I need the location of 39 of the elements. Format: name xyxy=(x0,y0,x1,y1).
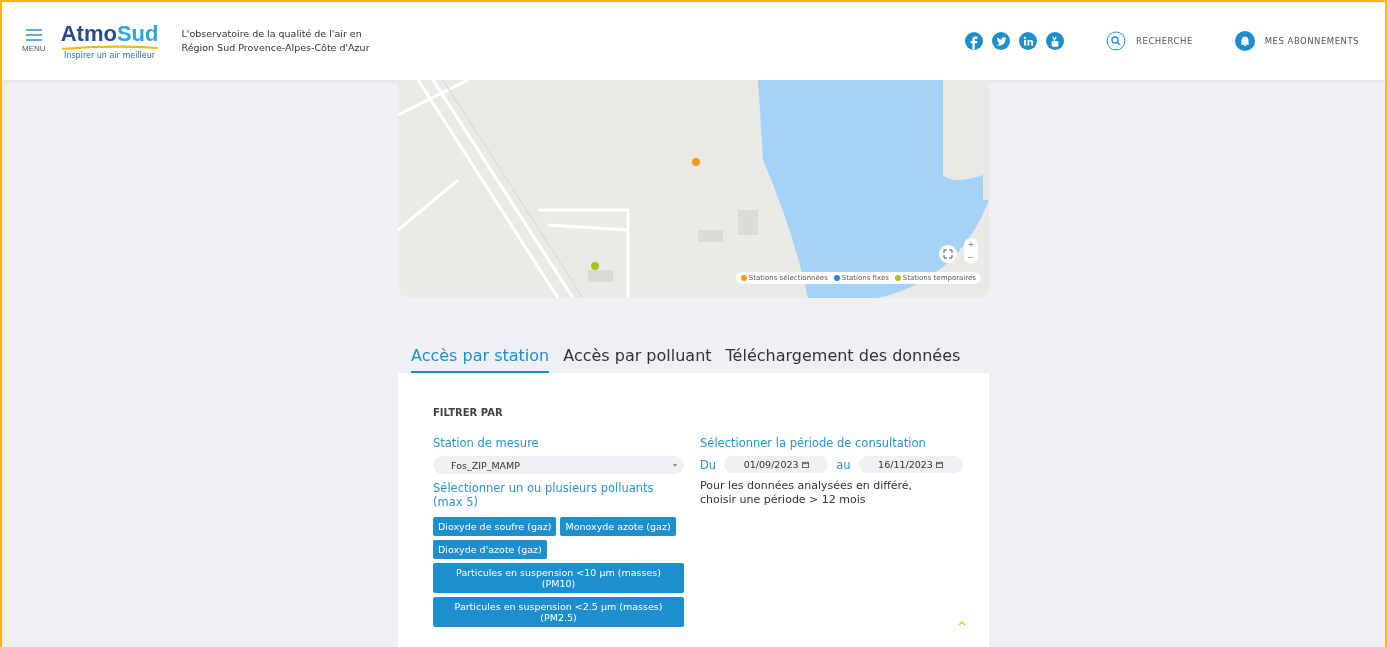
station-select[interactable]: Fos_ZIP_MAMP xyxy=(433,456,684,474)
bell-icon xyxy=(1234,31,1255,51)
date-label: Du xyxy=(700,457,717,472)
caret-icon xyxy=(673,463,677,467)
linkedin-icon[interactable] xyxy=(1019,32,1038,50)
logo-wordmark[interactable]: AtmoSud xyxy=(60,22,159,45)
pollutant-chip[interactable]: Particules en suspension <10 µm (masses) (PM10) xyxy=(433,563,684,593)
pollutant-chip[interactable]: Monoxyde azote (gaz) xyxy=(560,517,676,536)
facebook-icon[interactable] xyxy=(965,32,984,50)
zoom-out-button[interactable]: − xyxy=(964,251,978,264)
field-label: Station de mesure xyxy=(433,436,540,450)
calendar-icon xyxy=(801,461,809,468)
twitter-icon[interactable] xyxy=(992,32,1011,50)
chevron-up-icon xyxy=(958,620,966,626)
field-label: Sélectionner un ou plusieurs polluants (max 5) xyxy=(433,481,655,509)
logo-tagline: Inspirer un air meilleur xyxy=(64,50,156,60)
filter-title: FILTRER PAR xyxy=(433,407,504,418)
pollutant-chip[interactable]: Particules en suspension <2.5 µm (masses) (PM2.5) xyxy=(433,597,684,627)
search-icon xyxy=(1106,31,1127,51)
pollutant-chip[interactable]: Dioxyde d'azote (gaz) xyxy=(433,540,547,559)
zoom-in-button[interactable]: + xyxy=(964,238,978,251)
date-field[interactable]: 01/09/2023 xyxy=(724,456,829,473)
date-label: au xyxy=(836,457,851,472)
field-label: Sélectionner la période de consultation xyxy=(700,436,927,450)
tab[interactable]: Accès par polluant xyxy=(563,344,712,373)
youtube-icon[interactable] xyxy=(1046,32,1065,50)
fullscreen-icon xyxy=(943,249,953,259)
search-link[interactable]: RECHERCHE xyxy=(1100,30,1199,52)
subscriptions-link[interactable]: MES ABONNEMENTS xyxy=(1228,30,1365,52)
logo-swoosh-icon xyxy=(59,44,160,51)
date-field[interactable]: 16/11/2023 xyxy=(858,456,963,473)
menu-icon xyxy=(25,29,42,41)
tab[interactable]: Téléchargement des données xyxy=(725,344,961,373)
period-note: Pour les données analysées en différé, choisir une période > 12 mois xyxy=(700,479,914,507)
menu-button[interactable]: MENU xyxy=(22,29,46,53)
calendar-icon xyxy=(935,461,943,468)
site-subtitle: L'observatoire de la qualité de l'air en xyxy=(181,26,363,41)
pollutant-chip[interactable]: Dioxyde de soufre (gaz) xyxy=(433,517,557,536)
site-subtitle: Région Sud Provence-Alpes-Côte d'Azur xyxy=(181,41,370,55)
